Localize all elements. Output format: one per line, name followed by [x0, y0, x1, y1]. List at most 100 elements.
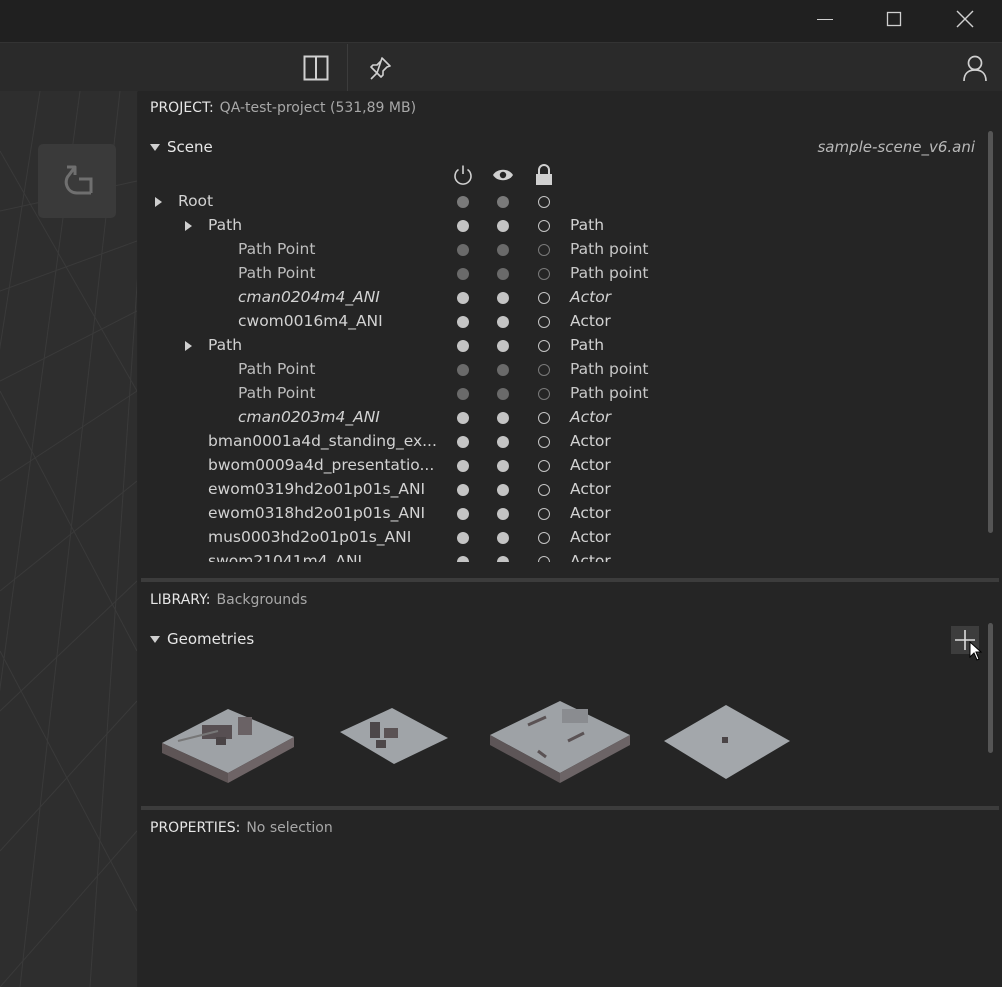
enabled-toggle[interactable]	[457, 484, 469, 496]
enabled-toggle[interactable]	[457, 244, 469, 256]
tree-row[interactable]: bman0001a4d_standing_ex... Actor	[138, 430, 980, 454]
enabled-toggle[interactable]	[457, 292, 469, 304]
tree-row-type: Actor	[570, 504, 611, 522]
tree-row[interactable]: swom21041m4_ANI Actor	[138, 550, 980, 562]
visibility-toggle[interactable]	[497, 556, 509, 562]
lock-toggle[interactable]	[538, 220, 550, 232]
toggle-panel-button[interactable]	[294, 43, 338, 92]
enabled-toggle[interactable]	[457, 412, 469, 424]
enabled-toggle[interactable]	[457, 532, 469, 544]
tree-row[interactable]: Path Point Path point	[138, 382, 980, 406]
tree-row[interactable]: bwom0009a4d_presentatio... Actor	[138, 454, 980, 478]
tree-row[interactable]: Root	[138, 190, 980, 214]
tree-row[interactable]: cman0204m4_ANI Actor	[138, 286, 980, 310]
tree-row[interactable]: Path Path	[138, 214, 980, 238]
enabled-toggle[interactable]	[457, 268, 469, 280]
tree-row[interactable]: cman0203m4_ANI Actor	[138, 406, 980, 430]
visibility-toggle[interactable]	[497, 316, 509, 328]
visibility-column-header[interactable]	[491, 163, 515, 187]
user-button[interactable]	[953, 43, 997, 92]
library-scrollbar[interactable]	[988, 623, 993, 753]
geometry-thumbnail-2[interactable]	[338, 706, 448, 781]
enabled-toggle[interactable]	[457, 316, 469, 328]
visibility-toggle[interactable]	[497, 244, 509, 256]
panel-divider[interactable]	[141, 806, 999, 810]
lock-toggle[interactable]	[538, 196, 550, 208]
visibility-toggle[interactable]	[497, 460, 509, 472]
tree-row[interactable]: mus0003hd2o01p01s_ANI Actor	[138, 526, 980, 550]
expand-arrow-icon[interactable]	[185, 341, 192, 351]
geometry-thumbnail-4[interactable]	[662, 703, 792, 783]
visibility-toggle[interactable]	[497, 220, 509, 232]
properties-value: No selection	[246, 820, 333, 836]
lock-toggle[interactable]	[538, 340, 550, 352]
geometry-thumbnail-1[interactable]	[158, 691, 298, 791]
scene-section-toggle[interactable]: Scene	[150, 138, 213, 156]
visibility-toggle[interactable]	[497, 364, 509, 376]
visibility-toggle[interactable]	[497, 196, 509, 208]
visibility-toggle[interactable]	[497, 436, 509, 448]
minimize-button[interactable]	[802, 0, 848, 38]
tree-row[interactable]: Path Point Path point	[138, 238, 980, 262]
lock-toggle[interactable]	[538, 436, 550, 448]
expand-arrow-icon[interactable]	[185, 221, 192, 231]
geometry-thumbnail-3[interactable]	[488, 697, 632, 789]
tree-row-name: cman0203m4_ANI	[238, 408, 380, 426]
enabled-toggle[interactable]	[457, 340, 469, 352]
enabled-toggle[interactable]	[457, 220, 469, 232]
enabled-toggle[interactable]	[457, 556, 469, 562]
maximize-icon	[886, 11, 902, 27]
enabled-toggle[interactable]	[457, 388, 469, 400]
enabled-toggle[interactable]	[457, 364, 469, 376]
lock-toggle[interactable]	[538, 532, 550, 544]
lock-toggle[interactable]	[538, 292, 550, 304]
enabled-toggle[interactable]	[457, 460, 469, 472]
expand-arrow-icon[interactable]	[155, 197, 162, 207]
visibility-toggle[interactable]	[497, 388, 509, 400]
undo-button[interactable]	[38, 144, 116, 218]
lock-toggle[interactable]	[538, 556, 550, 562]
lock-icon	[536, 164, 552, 185]
undo-icon	[64, 165, 93, 195]
lock-toggle[interactable]	[538, 316, 550, 328]
lock-toggle[interactable]	[538, 268, 550, 280]
enabled-toggle[interactable]	[457, 196, 469, 208]
geometries-section-toggle[interactable]: Geometries	[150, 630, 254, 648]
3d-viewport[interactable]	[0, 91, 137, 987]
close-button[interactable]	[942, 0, 988, 38]
pin-button[interactable]	[358, 43, 402, 92]
tree-row[interactable]: Path Point Path point	[138, 358, 980, 382]
tree-row[interactable]: ewom0318hd2o01p01s_ANI Actor	[138, 502, 980, 526]
enabled-column-header[interactable]	[451, 163, 475, 187]
lock-toggle[interactable]	[538, 484, 550, 496]
visibility-toggle[interactable]	[497, 292, 509, 304]
tree-row-type: Path point	[570, 264, 649, 282]
tree-row[interactable]: Path Point Path point	[138, 262, 980, 286]
lock-toggle[interactable]	[538, 460, 550, 472]
tree-row-name: swom21041m4_ANI	[208, 552, 363, 562]
tree-row[interactable]: ewom0319hd2o01p01s_ANI Actor	[138, 478, 980, 502]
visibility-toggle[interactable]	[497, 340, 509, 352]
visibility-toggle[interactable]	[497, 532, 509, 544]
lock-column-header[interactable]	[532, 163, 556, 187]
tree-row[interactable]: Path Path	[138, 334, 980, 358]
lock-toggle[interactable]	[538, 508, 550, 520]
tree-row[interactable]: cwom0016m4_ANI Actor	[138, 310, 980, 334]
visibility-toggle[interactable]	[497, 508, 509, 520]
lock-toggle[interactable]	[538, 412, 550, 424]
scene-scrollbar[interactable]	[988, 131, 993, 533]
panel-divider[interactable]	[141, 578, 999, 582]
enabled-toggle[interactable]	[457, 508, 469, 520]
lock-toggle[interactable]	[538, 388, 550, 400]
visibility-toggle[interactable]	[497, 412, 509, 424]
lock-toggle[interactable]	[538, 364, 550, 376]
tree-row-type: Path point	[570, 360, 649, 378]
library-header: LIBRARY: Backgrounds	[150, 592, 307, 608]
lock-toggle[interactable]	[538, 244, 550, 256]
visibility-toggle[interactable]	[497, 484, 509, 496]
maximize-button[interactable]	[871, 0, 917, 38]
project-header: PROJECT: QA-test-project (531,89 MB)	[150, 100, 416, 116]
enabled-toggle[interactable]	[457, 436, 469, 448]
visibility-toggle[interactable]	[497, 268, 509, 280]
side-panel: PROJECT: QA-test-project (531,89 MB) Scen…	[138, 91, 1002, 987]
